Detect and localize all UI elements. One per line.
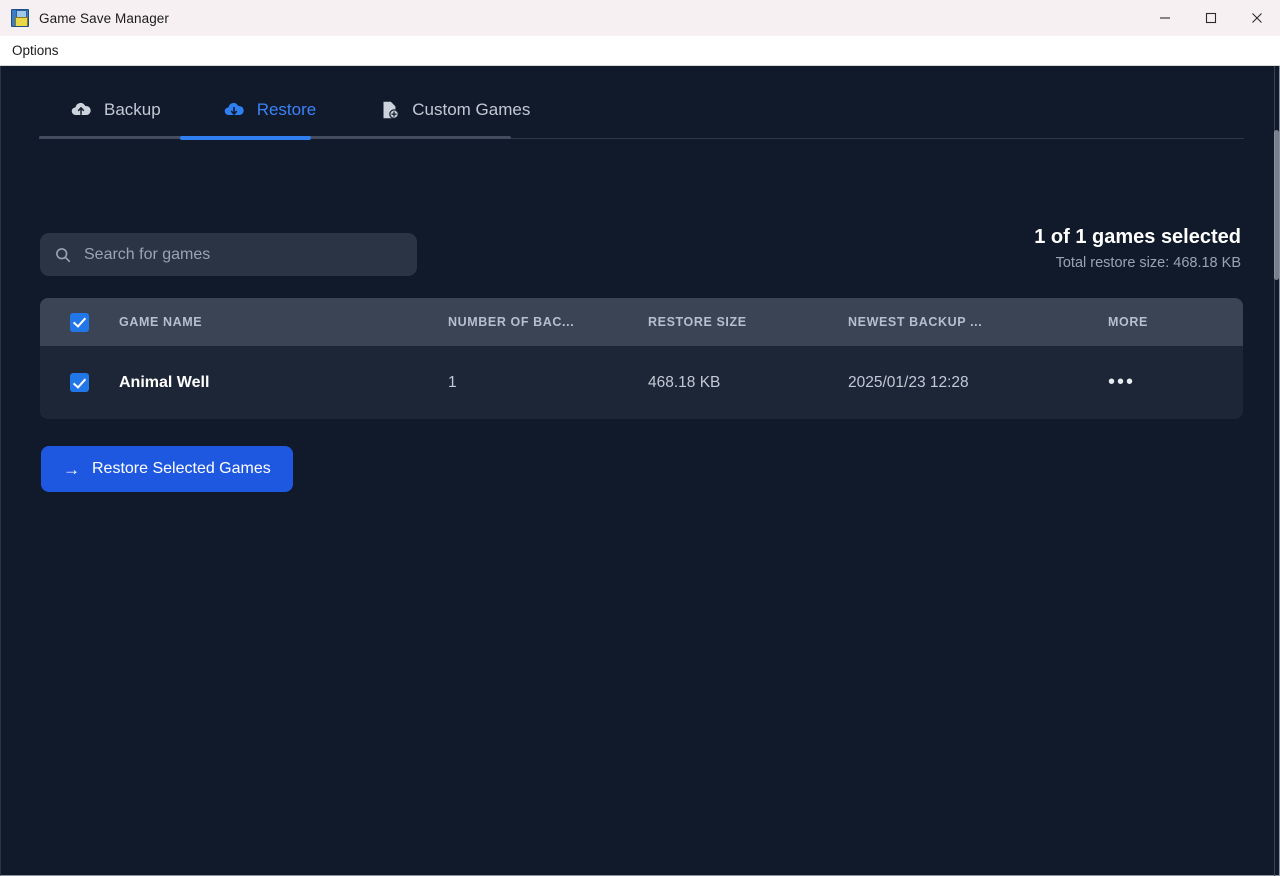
cell-more[interactable]: ••• xyxy=(1108,372,1243,393)
total-restore-size: Total restore size: 468.18 KB xyxy=(1055,255,1241,271)
maximize-button[interactable] xyxy=(1188,0,1234,36)
file-plus-icon xyxy=(383,101,400,119)
search-input[interactable] xyxy=(84,233,417,276)
cloud-download-icon xyxy=(224,102,244,115)
column-header-more: MORE xyxy=(1108,315,1148,329)
menu-bar: Options xyxy=(0,36,1280,66)
arrow-right-icon: → xyxy=(63,459,80,479)
search-box[interactable] xyxy=(40,233,417,276)
cell-game-name: Animal Well xyxy=(119,373,210,391)
search-icon xyxy=(56,247,71,262)
column-header-restore-size[interactable]: RESTORE SIZE xyxy=(648,315,848,329)
tab-custom-games-label: Custom Games xyxy=(412,99,531,119)
window-titlebar: Game Save Manager xyxy=(0,0,1280,36)
table-row[interactable]: Animal Well 1 468.18 KB 2025/01/23 12:28… xyxy=(40,346,1243,419)
cell-newest-backup: 2025/01/23 12:28 xyxy=(848,373,969,391)
close-button[interactable] xyxy=(1234,0,1280,36)
tab-backup[interactable]: Backup xyxy=(39,81,192,138)
cell-restore-size: 468.18 KB xyxy=(648,373,721,391)
games-selected-count: 1 of 1 games selected xyxy=(1034,226,1241,248)
window-body: Backup Restore Custom Games Search for g… xyxy=(0,66,1280,876)
tab-row: Backup Restore Custom Games xyxy=(39,81,1244,138)
restore-selected-games-label: Restore Selected Games xyxy=(92,460,271,477)
select-all-cell[interactable] xyxy=(40,312,118,332)
selection-summary: 1 of 1 games selected Total restore size… xyxy=(1034,226,1241,271)
tab-custom-games[interactable]: Custom Games xyxy=(347,81,561,138)
minimize-button[interactable] xyxy=(1142,0,1188,36)
window-title: Game Save Manager xyxy=(39,10,170,26)
column-header-number-of-backups[interactable]: NUMBER OF BAC... xyxy=(448,315,648,329)
menu-item-options[interactable]: Options xyxy=(2,40,69,61)
more-options-icon[interactable]: ••• xyxy=(1108,371,1135,393)
column-header-newest-backup[interactable]: NEWEST BACKUP ... xyxy=(848,315,1108,329)
column-header-game-name[interactable]: GAME NAME xyxy=(118,315,448,329)
cell-number-of-backups: 1 xyxy=(448,373,457,391)
page-scrollbar-thumb[interactable] xyxy=(1274,130,1279,280)
tab-bar: Backup Restore Custom Games xyxy=(39,81,1244,151)
floppy-disk-icon xyxy=(11,9,29,27)
select-all-checkbox[interactable] xyxy=(69,312,89,332)
app-window: Game Save Manager Options Backup Restore… xyxy=(0,0,1280,876)
tab-active-indicator xyxy=(180,136,311,140)
row-select-cell[interactable] xyxy=(40,373,118,392)
table-header-row: GAME NAME NUMBER OF BAC... RESTORE SIZE … xyxy=(40,298,1243,346)
cloud-upload-icon xyxy=(71,102,91,115)
games-table: GAME NAME NUMBER OF BAC... RESTORE SIZE … xyxy=(40,298,1243,419)
tab-restore[interactable]: Restore xyxy=(192,81,348,138)
tab-backup-label: Backup xyxy=(104,99,161,119)
row-checkbox[interactable] xyxy=(69,373,89,392)
tab-restore-label: Restore xyxy=(256,99,317,119)
restore-selected-games-button[interactable]: → Restore Selected Games xyxy=(41,446,293,492)
